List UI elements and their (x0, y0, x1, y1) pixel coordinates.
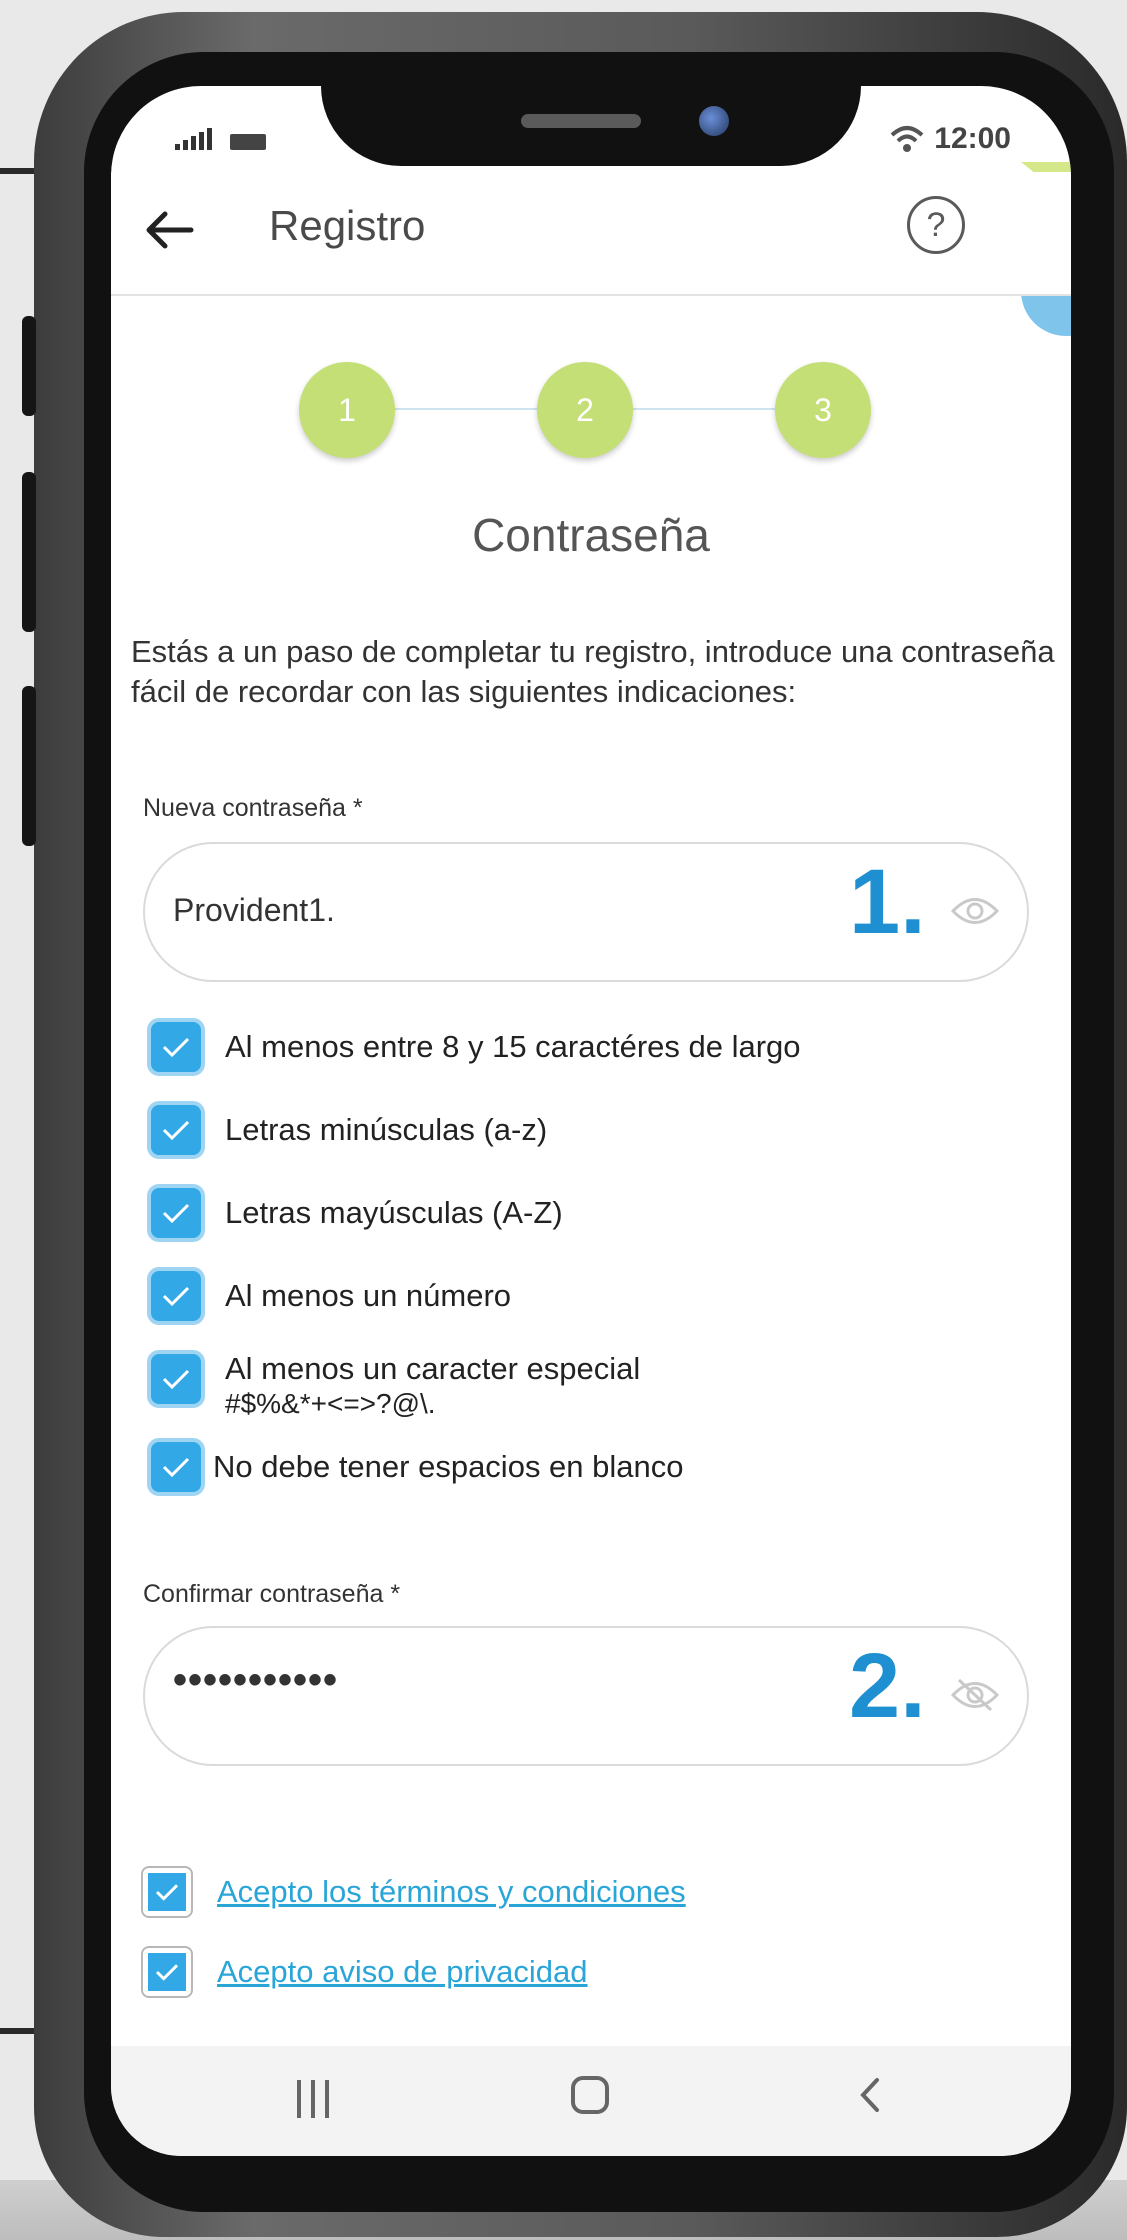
requirement-checkbox[interactable] (147, 1018, 205, 1076)
status-time: 12:00 (934, 122, 1011, 155)
status-bar-left (175, 128, 266, 150)
terms-row: Acepto los términos y condiciones (141, 1866, 686, 1918)
signal-bars-icon (175, 128, 212, 150)
recent-apps-icon[interactable] (297, 2080, 329, 2118)
requirement-text: Al menos un número (225, 1278, 512, 1313)
eye-icon[interactable] (951, 894, 999, 928)
step-2: 2 (537, 362, 633, 458)
requirement-item: Letras minúsculas (a-z) (147, 1101, 547, 1159)
check-icon (162, 1457, 190, 1478)
confirm-password-label: Confirmar contraseña * (143, 1580, 401, 1608)
arrow-left-icon[interactable] (139, 200, 199, 260)
terms-checkbox[interactable] (141, 1866, 193, 1918)
section-title: Contraseña (472, 509, 710, 561)
requirement-item: Al menos un caracter especial #$%&*+<=>?… (147, 1350, 640, 1420)
check-icon (162, 1369, 190, 1390)
requirement-checkbox[interactable] (147, 1350, 205, 1408)
system-nav-bar (111, 2046, 1071, 2156)
confirm-password-field[interactable]: ••••••••••• 2. (143, 1626, 1029, 1766)
requirement-text: No debe tener espacios en blanco (213, 1449, 684, 1484)
step-3: 3 (775, 362, 871, 458)
home-icon[interactable] (571, 2076, 609, 2114)
requirement-text: Letras mayúsculas (A-Z) (225, 1195, 563, 1230)
check-icon (162, 1203, 190, 1224)
annotation-marker-1: 1. (849, 851, 926, 953)
confirm-password-value: ••••••••••• (173, 1658, 339, 1702)
phone-side-button (22, 686, 36, 846)
front-camera (699, 106, 729, 136)
nav-back-icon[interactable] (847, 2072, 893, 2118)
check-icon (155, 1884, 179, 1901)
annotation-marker-2: 2. (849, 1635, 926, 1737)
privacy-checkbox[interactable] (141, 1946, 193, 1998)
new-password-value: Provident1. (173, 892, 335, 928)
stepper: 1 2 3 (299, 362, 871, 458)
check-icon (162, 1120, 190, 1141)
eye-off-icon[interactable] (951, 1678, 999, 1712)
requirement-checkbox[interactable] (147, 1438, 205, 1496)
speaker-grille (521, 114, 641, 128)
step-connector (395, 408, 537, 410)
requirement-item: Al menos un número (147, 1267, 511, 1325)
phone-side-button (22, 316, 36, 416)
phone-screen: 12:00 Registro ? 1 2 3 Contraseña Estás … (111, 86, 1071, 2156)
status-bar-right: 12:00 (890, 122, 1011, 156)
requirement-checkbox[interactable] (147, 1184, 205, 1242)
phone-side-button (22, 472, 36, 632)
phone-notch (321, 86, 861, 166)
app-bar: Registro ? (111, 172, 1071, 296)
check-icon (162, 1037, 190, 1058)
wifi-icon (890, 126, 924, 152)
check-icon (155, 1964, 179, 1981)
step-connector (633, 408, 775, 410)
terms-link[interactable]: Acepto los términos y condiciones (217, 1874, 686, 1910)
battery-icon (230, 134, 266, 150)
requirement-item: Al menos entre 8 y 15 caractéres de larg… (147, 1018, 801, 1076)
page-title: Registro (269, 202, 426, 249)
step-1: 1 (299, 362, 395, 458)
intro-text: Estás a un paso de completar tu registro… (131, 634, 1055, 709)
requirement-item: No debe tener espacios en blanco (147, 1438, 684, 1496)
privacy-link[interactable]: Acepto aviso de privacidad (217, 1954, 588, 1990)
check-icon (162, 1286, 190, 1307)
requirement-checkbox[interactable] (147, 1267, 205, 1325)
requirement-checkbox[interactable] (147, 1101, 205, 1159)
requirement-text: Al menos un caracter especial (225, 1351, 641, 1386)
question-circle-icon[interactable]: ? (907, 196, 965, 254)
new-password-label: Nueva contraseña * (143, 794, 363, 822)
requirement-text: Al menos entre 8 y 15 caractéres de larg… (225, 1029, 801, 1064)
new-password-field[interactable]: Provident1. 1. (143, 842, 1029, 982)
privacy-row: Acepto aviso de privacidad (141, 1946, 588, 1998)
requirement-item: Letras mayúsculas (A-Z) (147, 1184, 563, 1242)
requirement-text-special-chars: #$%&*+<=>?@\. (225, 1388, 436, 1419)
requirement-text: Letras minúsculas (a-z) (225, 1112, 548, 1147)
